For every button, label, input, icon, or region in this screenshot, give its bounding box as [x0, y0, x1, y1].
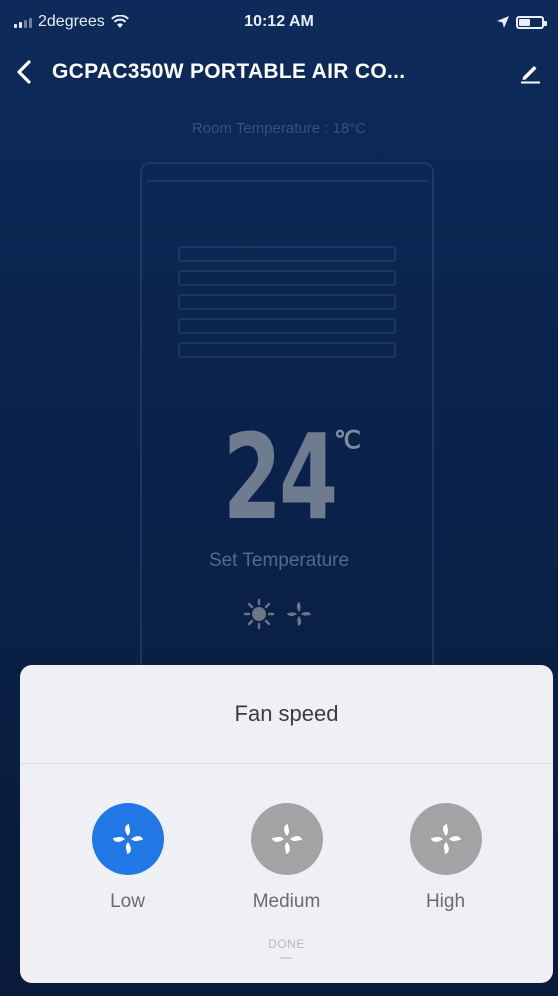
- temperature-unit: ℃: [334, 427, 361, 454]
- mode-icons: [0, 598, 558, 630]
- status-left: 2degrees: [14, 13, 174, 31]
- app-screen: 2degrees 10:12 AM GCPAC350W PORTABLE AIR…: [0, 0, 558, 996]
- fan-icon: [430, 824, 461, 854]
- ac-vent: [178, 246, 396, 388]
- fan-icon: [271, 824, 302, 854]
- battery-icon: [516, 15, 547, 29]
- set-temperature-label: Set Temperature: [208, 550, 350, 571]
- vent-slat: [178, 294, 396, 310]
- fan-speed-medium-circle[interactable]: [250, 803, 323, 875]
- sun-icon: [243, 598, 275, 630]
- fan-speed-high-label: High: [425, 891, 466, 912]
- ac-unit-top: [146, 162, 428, 182]
- fan-speed-options: Low Medium High: [20, 803, 553, 913]
- back-button[interactable]: [16, 52, 52, 92]
- sheet-title: Fan speed: [20, 665, 553, 764]
- chevron-left-icon: [17, 60, 31, 84]
- done-underline: [280, 957, 292, 959]
- wifi-icon: [110, 15, 129, 28]
- edit-button[interactable]: [502, 52, 542, 92]
- vent-slat: [178, 270, 396, 286]
- fan-speed-high-button[interactable]: High: [386, 803, 506, 913]
- carrier-name: 2degrees: [38, 13, 105, 30]
- vent-slat: [178, 318, 396, 334]
- signal-icon: [14, 16, 32, 28]
- status-time: 10:12 AM: [244, 13, 314, 30]
- nav-bar: GCPAC350W PORTABLE AIR CO...: [0, 44, 558, 100]
- fan-speed-medium-label: Medium: [252, 891, 321, 912]
- fan-speed-low-circle[interactable]: [91, 803, 164, 875]
- fan-speed-high-circle[interactable]: [409, 803, 482, 875]
- status-bar: 2degrees 10:12 AM: [0, 0, 558, 44]
- room-temperature: Room Temperature : 18°C: [191, 120, 367, 137]
- location-arrow-icon: [497, 16, 509, 28]
- set-temperature-value: 24: [222, 408, 338, 546]
- vent-slat: [178, 246, 396, 262]
- fan-speed-low-button[interactable]: Low: [68, 803, 188, 913]
- fan-speed-sheet: Fan speed Low Medium High DONE: [20, 665, 553, 983]
- pencil-icon: [521, 66, 540, 84]
- fan-speed-medium-button[interactable]: Medium: [227, 803, 347, 913]
- fan-icon: [112, 824, 143, 854]
- page-title: GCPAC350W PORTABLE AIR CO...: [52, 60, 406, 83]
- vent-slat: [178, 342, 396, 358]
- fan-speed-low-label: Low: [110, 891, 145, 912]
- done-button[interactable]: DONE: [20, 937, 553, 951]
- status-right: [384, 15, 547, 29]
- fan-icon: [287, 602, 311, 626]
